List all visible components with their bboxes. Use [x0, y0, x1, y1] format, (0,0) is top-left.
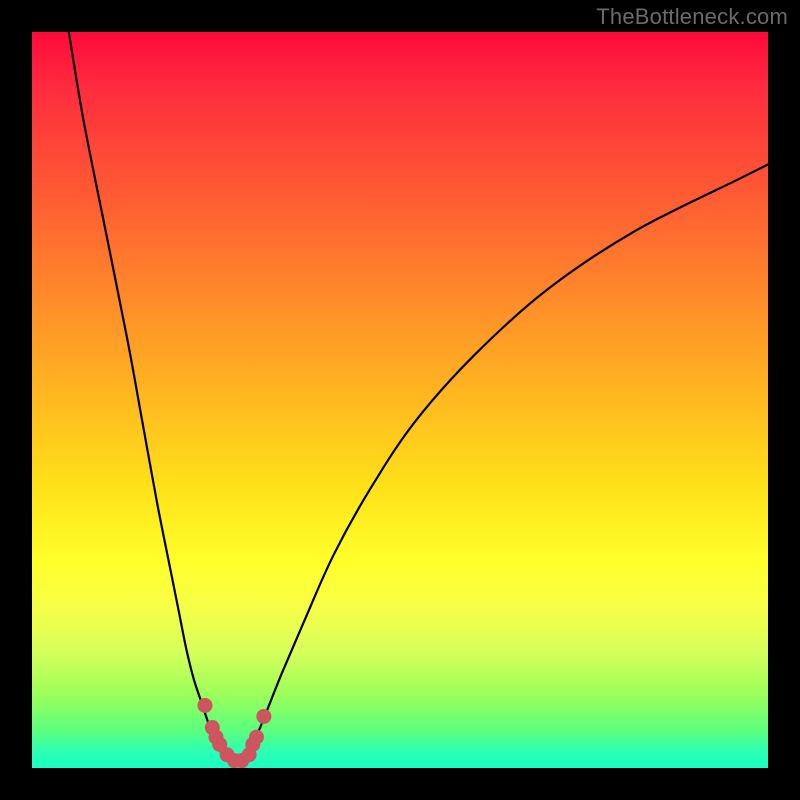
- plot-area: [32, 32, 768, 768]
- watermark-text: TheBottleneck.com: [596, 4, 788, 30]
- marker-layer: [197, 698, 271, 768]
- curve-right-curve: [245, 164, 768, 756]
- curve-left-curve: [69, 32, 224, 757]
- outer-frame: TheBottleneck.com: [0, 0, 800, 800]
- valley-marker: [256, 709, 271, 724]
- chart-svg: [32, 32, 768, 768]
- valley-marker: [197, 698, 212, 713]
- curve-layer: [69, 32, 768, 764]
- valley-marker: [249, 730, 264, 745]
